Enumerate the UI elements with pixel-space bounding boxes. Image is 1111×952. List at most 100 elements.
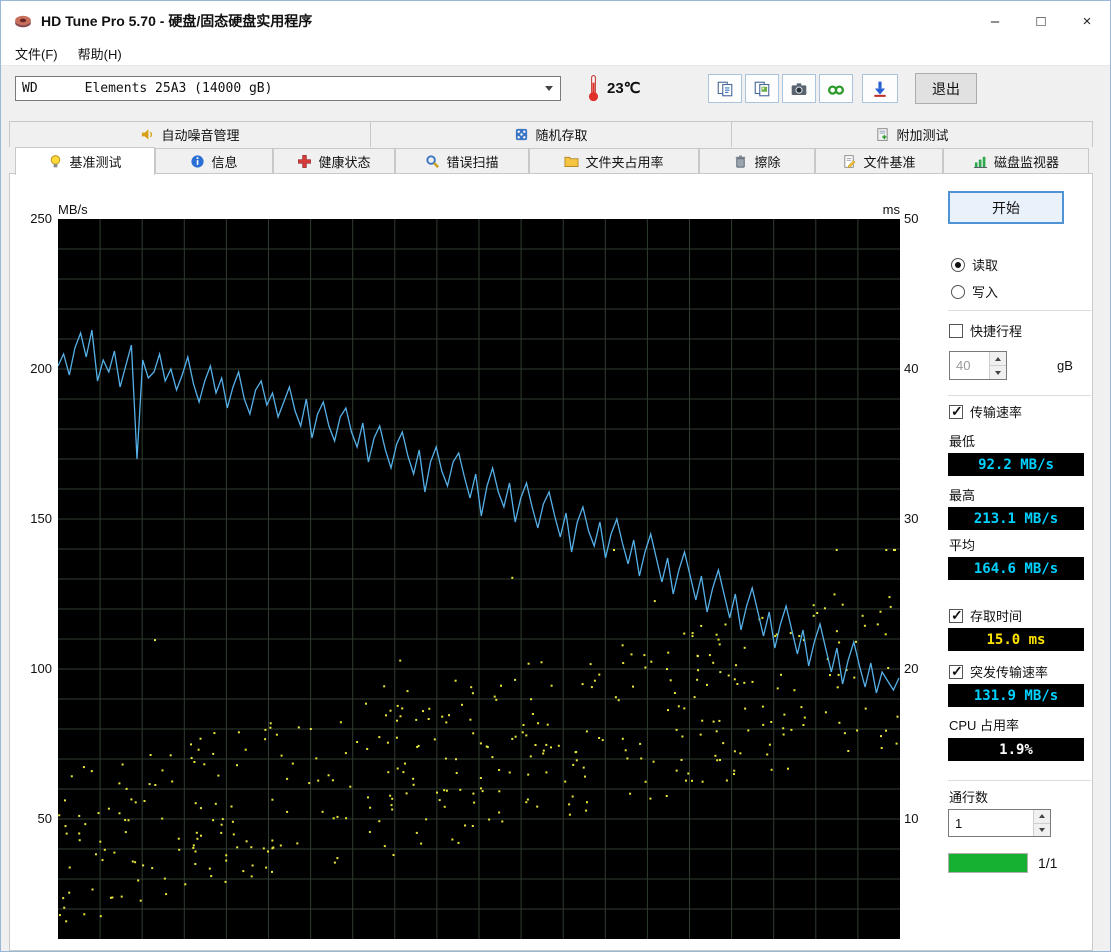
max-value: 213.1 MB/s <box>948 507 1084 530</box>
tab-label: 文件基准 <box>863 154 916 170</box>
tab-label: 随机存取 <box>535 128 588 143</box>
tab-erase[interactable]: 擦除 <box>699 148 815 174</box>
checkbox-icon <box>949 663 963 680</box>
avg-value: 164.6 MB/s <box>948 557 1084 580</box>
min-value: 92.2 MB/s <box>948 453 1084 476</box>
tab-health[interactable]: 健康状态 <box>273 148 395 174</box>
write-radio[interactable]: 写入 <box>951 282 998 301</box>
right-axis-tick: 50 <box>904 211 919 226</box>
separator <box>948 780 1091 781</box>
tab-random-access[interactable]: 随机存取 <box>371 121 732 147</box>
temperature-value: 23℃ <box>607 80 641 97</box>
left-axis-tick: 50 <box>37 811 52 826</box>
tab-info[interactable]: 信息 <box>155 148 273 174</box>
start-button[interactable]: 开始 <box>948 191 1064 224</box>
menubar: 文件(F) 帮助(H) <box>1 41 1110 66</box>
separator <box>948 310 1091 311</box>
shortstroke-checkbox[interactable]: 快捷行程 <box>949 321 1022 340</box>
tab-error-scan[interactable]: 错误扫描 <box>395 148 529 174</box>
stepper-up-button[interactable] <box>1034 810 1050 824</box>
pass-count-stepper[interactable]: 1 <box>948 809 1051 837</box>
burst-rate-label: 突发传输速率 <box>970 665 1049 680</box>
menu-file[interactable]: 文件(F) <box>5 41 68 65</box>
tab-label: 附加测试 <box>896 128 949 143</box>
burst-rate-checkbox[interactable]: 突发传输速率 <box>949 662 1048 681</box>
separator <box>948 395 1091 396</box>
tab-label: 信息 <box>211 154 238 170</box>
binoculars-icon <box>828 85 844 95</box>
copy-text-icon <box>717 81 733 96</box>
shortstroke-size-stepper[interactable]: 40 <box>949 351 1007 380</box>
stepper-down-button[interactable] <box>1034 823 1050 836</box>
tab-label: 文件夹占用率 <box>585 154 664 170</box>
folder-icon <box>565 156 579 167</box>
right-axis-tick: 30 <box>904 511 919 526</box>
compare-button[interactable] <box>819 74 853 103</box>
copy-text-button[interactable] <box>708 74 742 103</box>
magnifier-icon <box>426 154 440 168</box>
shortstroke-label: 快捷行程 <box>970 324 1023 339</box>
bar-chart-icon <box>973 156 988 168</box>
access-time-label: 存取时间 <box>970 609 1023 624</box>
shortstroke-unit-label: gB <box>1057 358 1073 373</box>
tab-label: 健康状态 <box>318 154 371 170</box>
close-button[interactable]: × <box>1064 1 1110 41</box>
tab-label: 自动噪音管理 <box>161 128 240 143</box>
transfer-rate-checkbox[interactable]: 传输速率 <box>949 402 1022 421</box>
tab-label: 擦除 <box>754 154 781 170</box>
access-time-checkbox[interactable]: 存取时间 <box>949 606 1022 625</box>
copy-image-icon <box>754 81 770 96</box>
stepper-buttons <box>989 352 1006 379</box>
copy-image-button[interactable] <box>745 74 779 103</box>
checkbox-icon <box>949 323 963 338</box>
checkbox-icon <box>949 403 963 420</box>
right-axis-tick: 40 <box>904 361 919 376</box>
tab-benchmark[interactable]: 基准测试 <box>15 147 155 175</box>
test-page-icon <box>877 128 889 141</box>
hdtune-window: HD Tune Pro 5.70 - 硬盘/固态硬盘实用程序 – □ × 文件(… <box>0 0 1111 952</box>
toolbar: WD Elements 25A3 (14000 gB) 23℃ 退出 <box>1 66 1110 112</box>
progress-bar <box>948 853 1028 873</box>
speaker-icon <box>142 129 153 140</box>
left-axis-title: MB/s <box>58 202 88 217</box>
chevron-down-icon[interactable] <box>538 77 560 100</box>
file-pencil-icon <box>844 154 856 168</box>
pass-count-value: 1 <box>955 815 963 831</box>
trash-icon <box>736 155 746 168</box>
stepper-up-button[interactable] <box>990 352 1006 366</box>
tab-label: 错误扫描 <box>446 154 499 170</box>
maximize-button[interactable]: □ <box>1018 1 1064 41</box>
drive-select[interactable]: WD Elements 25A3 (14000 gB) <box>15 76 561 101</box>
info-icon <box>191 154 205 168</box>
stepper-buttons <box>1033 810 1050 836</box>
tab-disk-monitor[interactable]: 磁盘监视器 <box>943 148 1089 174</box>
screenshot-button[interactable] <box>782 74 816 103</box>
tab-file-benchmark[interactable]: 文件基准 <box>815 148 943 174</box>
thermometer-icon <box>588 75 599 102</box>
cpu-usage-label: CPU 占用率 <box>949 718 1020 733</box>
tab-row-primary: 基准测试 信息 健康状态 错误扫描 文件夹占用率 擦除 文件基准 磁盘监视器 <box>9 147 1093 175</box>
radio-icon <box>951 284 965 299</box>
transfer-rate-label: 传输速率 <box>970 405 1023 420</box>
tab-auto-acoustic-management[interactable]: 自动噪音管理 <box>9 121 371 147</box>
max-label: 最高 <box>949 488 976 503</box>
burst-rate-value: 131.9 MB/s <box>948 684 1084 707</box>
stepper-down-button[interactable] <box>990 366 1006 379</box>
exit-button[interactable]: 退出 <box>915 73 977 104</box>
tab-folder-usage[interactable]: 文件夹占用率 <box>529 148 699 174</box>
left-axis-tick: 250 <box>30 211 52 226</box>
minimize-button[interactable]: – <box>972 1 1018 41</box>
dice-icon <box>516 128 528 141</box>
right-axis-title: ms <box>882 202 900 217</box>
read-radio[interactable]: 读取 <box>951 255 998 274</box>
progress-text: 1/1 <box>1038 855 1058 871</box>
access-time-value: 15.0 ms <box>948 628 1084 651</box>
checkbox-icon <box>949 607 963 624</box>
write-radio-label: 写入 <box>972 285 999 300</box>
download-arrow-icon <box>874 81 886 97</box>
save-results-button[interactable] <box>862 74 898 103</box>
shortstroke-size-value: 40 <box>956 358 971 373</box>
menu-help[interactable]: 帮助(H) <box>68 41 132 65</box>
titlebar: HD Tune Pro 5.70 - 硬盘/固态硬盘实用程序 – □ × <box>1 1 1110 41</box>
tab-extra-tests[interactable]: 附加测试 <box>732 121 1093 147</box>
